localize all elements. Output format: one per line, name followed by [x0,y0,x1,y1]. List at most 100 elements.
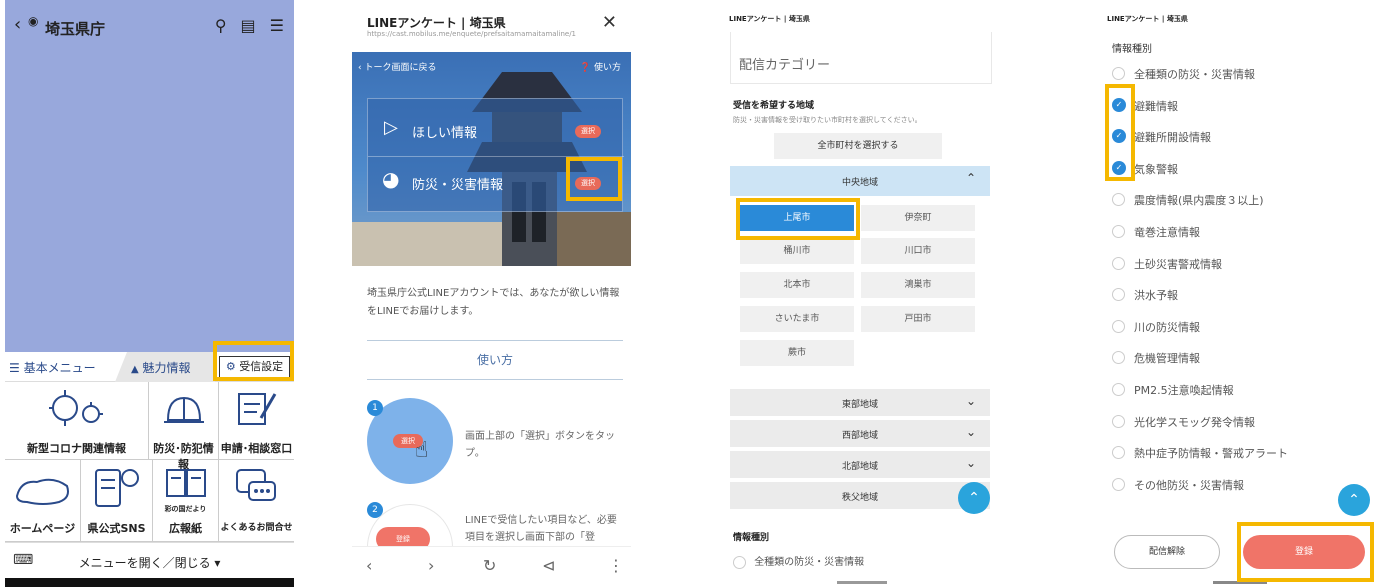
register-button[interactable]: 登録 [1243,535,1365,569]
chevron-down-icon: ⌄ [965,425,976,439]
scroll-top-button[interactable]: ⌃ [1338,484,1370,516]
gear-icon: ⚙ [225,360,236,373]
radio-unchecked [1112,477,1125,491]
page-header: LINEアンケート | 埼玉県 [729,15,810,23]
back-icon[interactable]: ‹ [366,556,372,575]
radio-unchecked [1112,256,1125,270]
browser-header: LINEアンケート | 埼玉県 https://cast.mobilus.me/… [352,0,631,58]
city-kounosu[interactable]: 鴻巣市 [861,272,975,298]
line-survey-intro-panel: LINEアンケート | 埼玉県 https://cast.mobilus.me/… [352,0,631,587]
chat-bubble-icon [236,469,276,501]
city-kitamoto[interactable]: 北本市 [740,272,854,298]
tab-basic-menu[interactable]: ☰ 基本メニュー [9,359,96,376]
menu-sns[interactable]: 県公式SNS [81,460,153,542]
category-card: 配信カテゴリー [730,32,992,84]
select-button-disaster[interactable]: 選択 [575,177,601,190]
helmet-icon: ◕ [382,167,400,191]
info-option-label: 川の防災情報 [1134,320,1200,334]
info-option-label: 避難所開設情報 [1134,131,1211,145]
city-toda[interactable]: 戸田市 [861,306,975,332]
notebook-icon[interactable]: ▤ [241,16,256,35]
step-2-text: LINEで受信したい項目など、必要項目を選択し画面下部の「登 [465,515,617,543]
home-indicator [837,581,887,584]
saitama-map-icon [15,478,69,505]
city-warabi[interactable]: 蕨市 [740,340,854,366]
hand-pointer-icon: ☝ [415,438,429,463]
region-north[interactable]: 北部地域 ⌄ [730,451,990,478]
page-header: LINEアンケート | 埼玉県 [1107,15,1188,23]
menu-application[interactable]: 申請･相談窓口 [219,382,294,460]
info-option-label: 熱中症予防情報・警戒アラート [1134,447,1288,461]
chevron-up-icon: ⌃ [968,490,980,506]
unsubscribe-button[interactable]: 配信解除 [1114,535,1220,569]
info-option-label: 気象警報 [1134,162,1178,176]
city-okegawa[interactable]: 桶川市 [740,238,854,264]
step-1-text: 画面上部の「選択」ボタンをタップ。 [465,431,615,459]
menu-homepage[interactable]: ホームページ [5,460,81,542]
browser-nav: ‹ › ↻ ⊲ ⋮ [352,546,631,587]
helmet-icon [164,396,204,423]
city-saitama[interactable]: さいたま市 [740,306,854,332]
city-ina[interactable]: 伊奈町 [861,205,975,231]
region-chichibu[interactable]: 秩父地域 [730,482,990,509]
radio-unchecked [1112,319,1125,333]
play-icon: ▷ [384,117,398,138]
info-option-all[interactable]: 全種類の防災・災害情報 [733,553,864,569]
info-option-label: 危機管理情報 [1134,352,1200,366]
back-icon[interactable]: ‹ [14,14,21,35]
chat-area: ‹ ◉ 埼玉県庁 ⚲ ▤ ☰ [5,0,294,352]
radio-unchecked [1112,225,1125,238]
refresh-icon[interactable]: ↻ [483,556,496,575]
section-title: 情報種別 [1112,44,1152,55]
city-ageo[interactable]: 上尾市 [740,205,854,231]
forward-icon[interactable]: › [428,556,434,575]
tab-receive-settings[interactable]: ⚙ 受信設定 [219,356,290,378]
chevron-down-icon: ⌄ [965,394,976,408]
region-west[interactable]: 西部地域 ⌄ [730,420,990,447]
menu-disaster[interactable]: 防災･防犯情報 [149,382,219,471]
menu-icon[interactable]: ☰ [270,16,284,35]
how-to-heading: 使い方 [367,340,623,380]
info-option-label: 全種類の防災・災害情報 [1134,68,1255,81]
scroll-top-button[interactable]: ⌃ [958,482,990,514]
info-option-label: 避難情報 [1134,99,1178,113]
chat-title: 埼玉県庁 [45,20,106,38]
line-richmenu-panel: ‹ ◉ 埼玉県庁 ⚲ ▤ ☰ ☰ 基本メニュー ▲ 魅力情報 ⚙ 受信設定 新型… [5,0,294,587]
info-option-label: 土砂災害警戒情報 [1134,257,1222,271]
close-icon[interactable]: ✕ [602,12,617,33]
book-icon [166,469,206,497]
menu-faq[interactable]: よくあるお問合せ [219,460,294,542]
radio-unchecked [1112,67,1125,80]
more-icon[interactable]: ⋮ [608,556,624,575]
region-east[interactable]: 東部地域 ⌄ [730,389,990,416]
radio-unchecked [1112,193,1125,207]
menu-newsletter[interactable]: 彩の国だより 広報紙 [153,460,219,542]
radio-unchecked [1112,446,1125,460]
back-to-talk-link[interactable]: ‹ トーク画面に戻る [358,60,436,73]
virus-icon [49,390,103,426]
form-icon [238,393,277,425]
city-kawaguchi[interactable]: 川口市 [861,238,975,264]
phone-icon [95,469,139,507]
tab-charm-info[interactable]: ▲ 魅力情報 [115,352,215,382]
menu-toggle-bar[interactable]: ⌨ メニューを開く／閉じる ▾ [5,542,294,578]
info-option-label: 洪水予報 [1134,289,1178,303]
radio-unchecked [1112,414,1125,428]
info-type-title: 情報種別 [733,533,770,543]
radio-unchecked [1112,351,1125,365]
select-button-wanted-info[interactable]: 選択 [575,125,601,138]
rich-menu-grid: 新型コロナ関連情報 防災･防犯情報 申請･相談窓口 ホームページ 県公式SNS … [5,382,294,542]
check-circle-icon: ✓ [1112,129,1126,144]
chevron-up-icon: ⌃ [1348,492,1360,508]
share-icon[interactable]: ⊲ [542,556,555,575]
search-icon[interactable]: ⚲ [215,16,227,35]
menu-covid[interactable]: 新型コロナ関連情報 [5,382,149,460]
help-link[interactable]: ❓ 使い方 [580,60,621,73]
shield-icon: ◉ [28,14,39,28]
category-title: 配信カテゴリー [739,58,831,73]
person-icon: ▲ [131,364,139,375]
info-option-label: PM2.5注意喚起情報 [1134,384,1234,397]
select-all-cities-button[interactable]: 全市町村を選択する [774,133,942,159]
region-central[interactable]: 中央地域 ⌃ [730,166,990,196]
area-note: 防災・災害情報を受け取りたい市町村を選択してください。 [733,116,922,124]
